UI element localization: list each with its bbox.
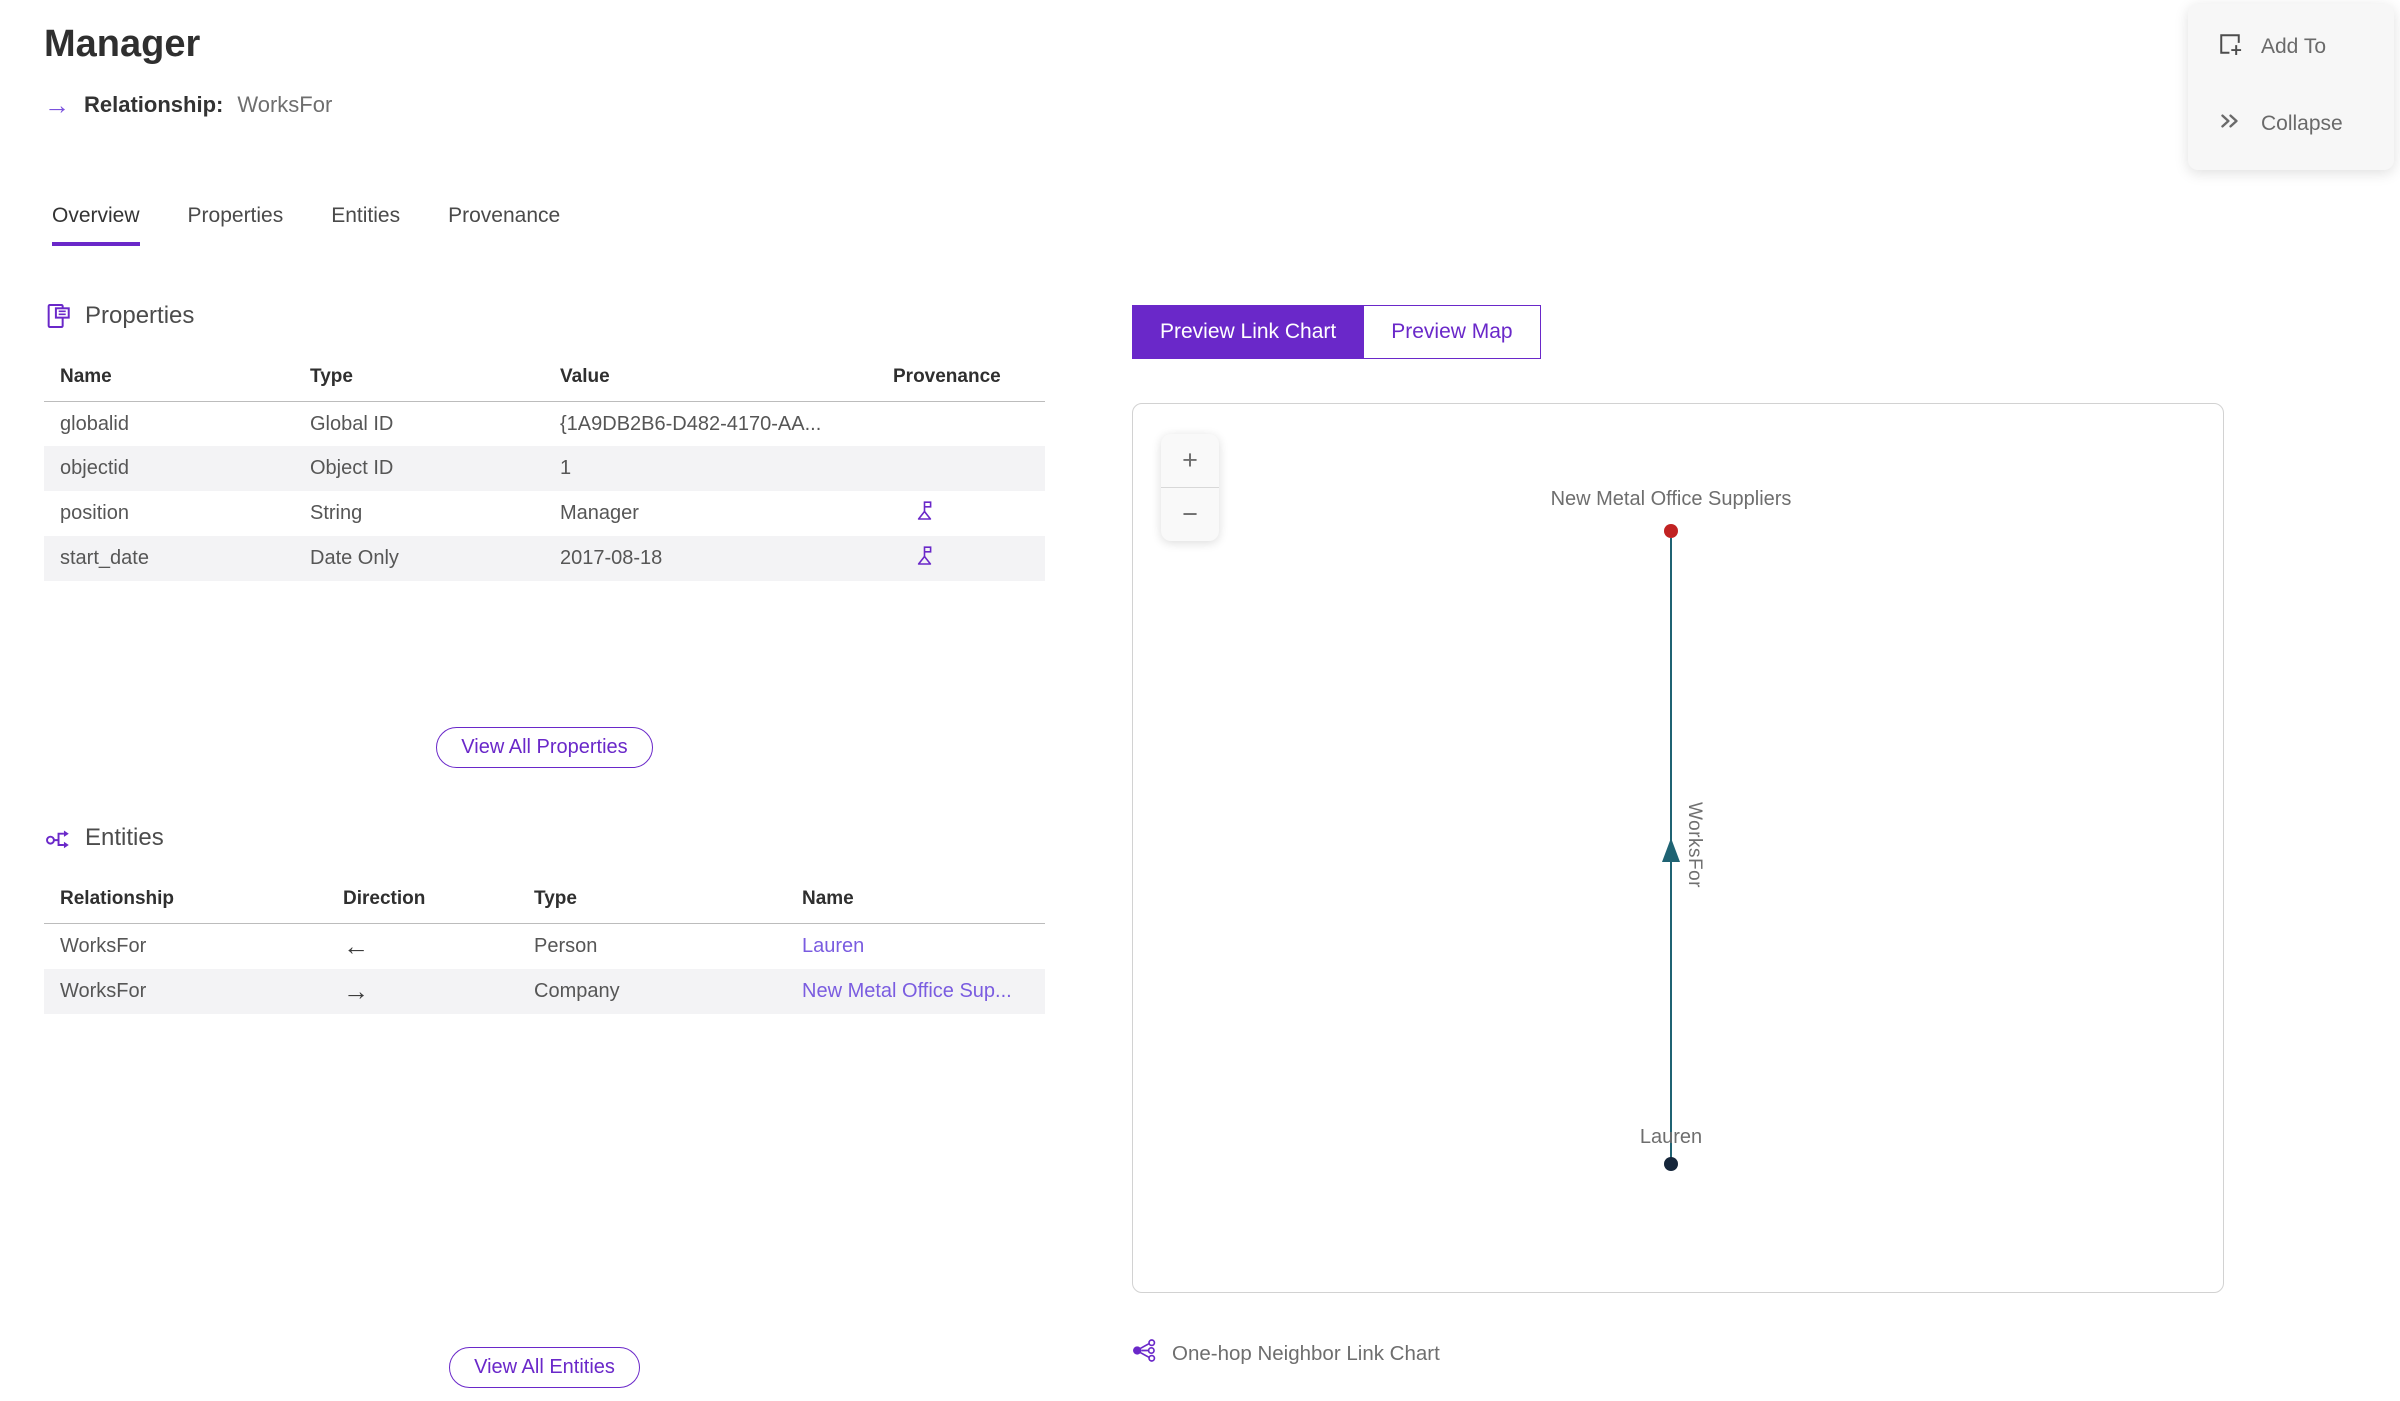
entities-section-header: Entities [44,824,1045,852]
prop-value: {1A9DB2B6-D482-4170-AA... [560,412,822,435]
relationship-label: Relationship: [84,91,224,117]
tab-properties[interactable]: Properties [188,204,284,246]
table-row: WorksFor → Company New Metal Office Sup.… [44,968,1045,1014]
detail-actions-panel: Add To Collapse [2188,4,2394,170]
provenance-flag-icon[interactable] [913,499,937,529]
properties-table: Name Type Value Provenance globalid Glob… [44,355,1045,582]
add-to-label: Add To [2261,34,2326,58]
entities-section-title: Entities [85,824,164,852]
prop-name: globalid [60,412,129,435]
prop-value: 1 [544,446,877,492]
zoom-out-button[interactable]: − [1161,488,1219,541]
collapse-label: Collapse [2261,111,2343,135]
person-node-dot[interactable] [1664,1157,1678,1171]
col-header-value: Value [544,355,877,402]
col-header-name: Name [786,878,1045,925]
properties-section-title: Properties [85,301,195,329]
company-node-dot[interactable] [1664,524,1678,538]
prop-name: position [60,502,129,525]
zoom-in-button[interactable]: + [1161,434,1219,487]
prop-type: String [310,502,363,525]
entities-table: Relationship Direction Type Name WorksFo… [44,878,1045,1014]
properties-icon [44,302,72,330]
preview-map-button[interactable]: Preview Map [1363,306,1540,358]
table-row: objectid Object ID 1 [44,446,1045,492]
entities-graph-icon [44,824,72,852]
collapse-button[interactable]: Collapse [2216,107,2394,140]
table-row: WorksFor ← Person Lauren [44,924,1045,969]
edge-arrowhead-up-icon [1662,838,1680,862]
entity-relationship: WorksFor [60,935,147,958]
col-header-type: Type [294,355,544,402]
direction-left-arrow-icon: ← [343,931,369,962]
preview-link-chart-button[interactable]: Preview Link Chart [1133,306,1364,358]
add-to-button[interactable]: Add To [2216,30,2394,63]
tab-provenance[interactable]: Provenance [448,204,560,246]
col-header-type: Type [518,878,786,925]
one-hop-link-chart-icon [1132,1337,1159,1370]
properties-header-row: Name Type Value Provenance [44,355,1045,402]
chart-caption: One-hop Neighbor Link Chart [1132,1337,2226,1370]
person-node-label: Lauren [1639,1126,1703,1148]
tab-entities[interactable]: Entities [331,204,400,246]
entity-name-link[interactable]: New Metal Office Sup... [802,980,1012,1002]
tab-overview[interactable]: Overview [52,204,140,246]
page-title: Manager [44,23,201,65]
zoom-control: + − [1161,434,1219,541]
entity-type: Person [534,935,598,958]
relationship-arrow-icon: → [44,89,70,120]
prop-value: 2017-08-18 [544,536,877,582]
prop-name: objectid [44,446,294,492]
overview-left-column: Properties Name Type Value Provenance gl… [44,302,1045,1388]
entity-type: Company [518,968,786,1014]
table-row: position String Manager [44,491,1045,536]
table-row: start_date Date Only 2017-08-18 [44,536,1045,582]
col-header-direction: Direction [327,878,518,925]
prop-type: Date Only [294,536,544,582]
company-node-label: New Metal Office Suppliers [1550,488,1792,510]
col-header-provenance: Provenance [877,355,1045,402]
edge-label: WorksFor [1684,802,1705,888]
prop-type: Global ID [310,412,394,435]
tab-bar: Overview Properties Entities Provenance [44,204,2400,246]
link-chart-canvas: + − WorksFor New Metal Office Suppliers … [1132,403,2224,1293]
col-header-relationship: Relationship [44,878,327,925]
view-all-entities-button[interactable]: View All Entities [449,1346,640,1388]
table-row: globalid Global ID {1A9DB2B6-D482-4170-A… [44,401,1045,446]
relationship-value: WorksFor [237,91,333,117]
preview-mode-toggle: Preview Link Chart Preview Map [1132,305,1541,359]
direction-right-arrow-icon: → [343,975,369,1006]
prop-value: Manager [560,502,639,525]
entity-name-link[interactable]: Lauren [802,935,864,957]
preview-panel: Preview Link Chart Preview Map + − Works… [1132,305,2226,1370]
double-chevron-right-icon [2216,107,2244,140]
provenance-flag-icon[interactable] [913,544,937,574]
entities-header-row: Relationship Direction Type Name [44,878,1045,925]
entity-relationship: WorksFor [44,968,327,1014]
prop-name: start_date [44,536,294,582]
prop-type: Object ID [294,446,544,492]
properties-section-header: Properties [44,302,1045,330]
add-to-icon [2216,30,2244,63]
view-all-properties-button[interactable]: View All Properties [436,727,653,769]
relationship-subtitle: → Relationship: WorksFor [44,92,2400,118]
col-header-name: Name [44,355,294,402]
chart-caption-text: One-hop Neighbor Link Chart [1172,1341,1440,1365]
